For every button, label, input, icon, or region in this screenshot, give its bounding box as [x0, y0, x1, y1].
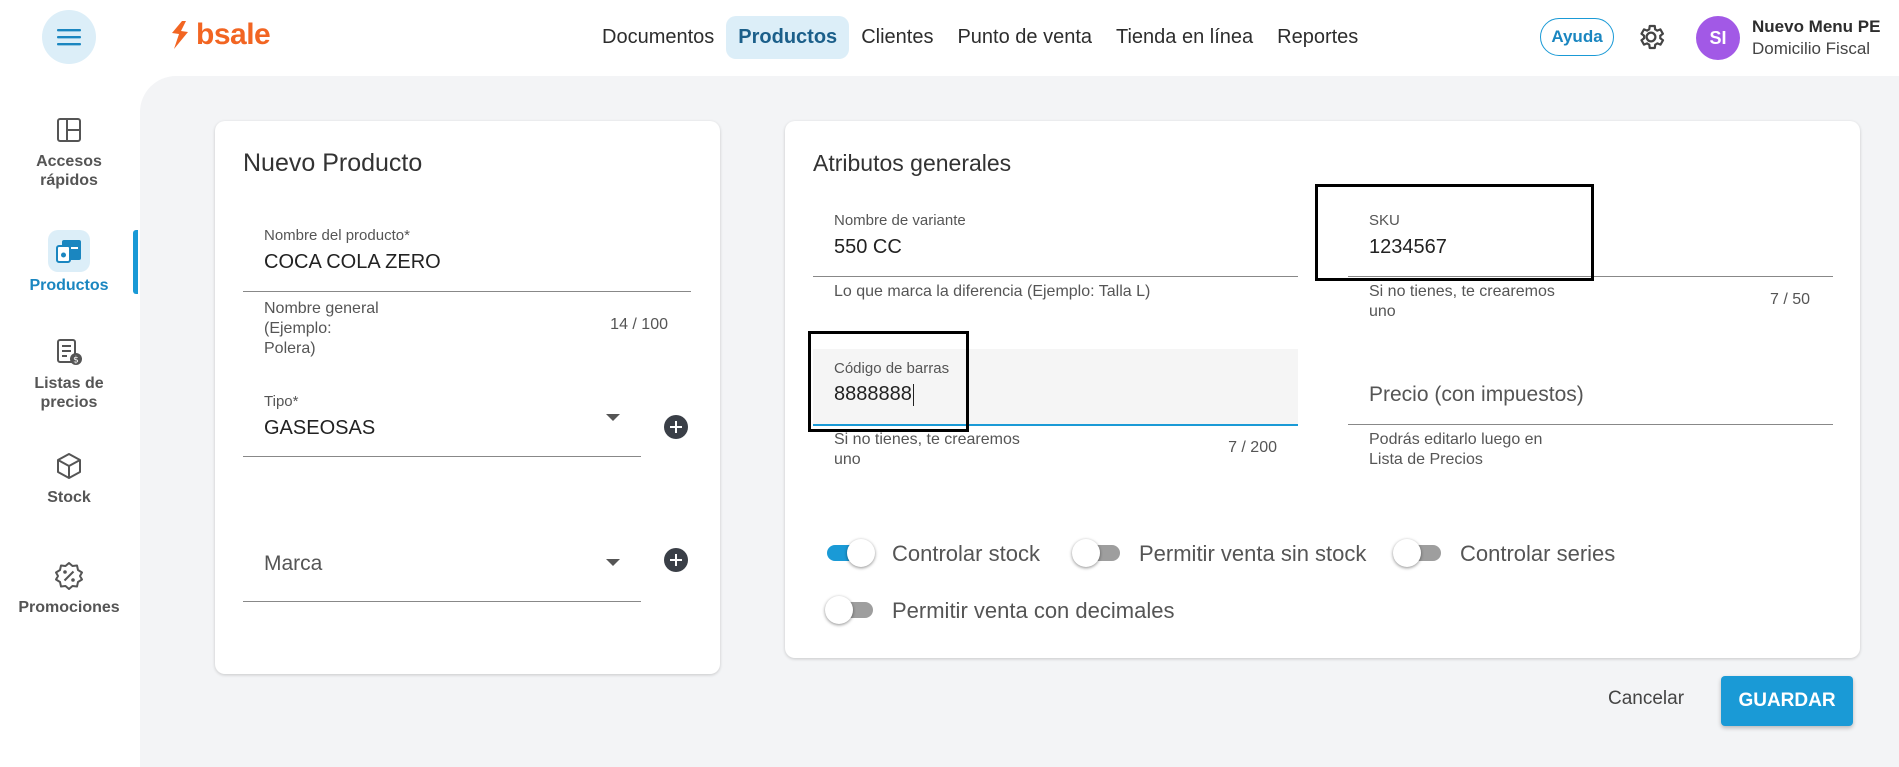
- barcode-highlight-box: [808, 331, 969, 432]
- help-line: uno: [1369, 303, 1396, 320]
- plus-icon: [670, 554, 682, 566]
- toggle-label: Controlar series: [1460, 541, 1616, 566]
- sku-help: Si no tienes, te crearemos uno: [1369, 282, 1555, 322]
- sidebar: Accesos rápidos Productos $ Listas de pr…: [0, 76, 138, 767]
- input-underline: [243, 601, 641, 602]
- chevron-down-icon[interactable]: [606, 414, 620, 421]
- barcode-counter: 7 / 200: [1228, 439, 1277, 456]
- sku-counter: 7 / 50: [1769, 291, 1810, 308]
- user-subtitle: Domicilio Fiscal: [1752, 39, 1871, 58]
- toggle-label: Permitir venta con decimales: [892, 598, 1175, 623]
- sidebar-label: Accesos: [36, 153, 102, 170]
- sidebar-label: Stock: [47, 489, 91, 506]
- product-name-counter: 14 / 100: [610, 316, 668, 333]
- variant-name-help: Lo que marca la diferencia (Ejemplo: Tal…: [834, 283, 1151, 300]
- nav-documentos[interactable]: Documentos: [590, 16, 726, 59]
- help-line: Lista de Precios: [1369, 451, 1483, 468]
- sidebar-label: Productos: [29, 277, 109, 294]
- hamburger-menu-button[interactable]: [42, 10, 96, 64]
- nav-productos[interactable]: Productos: [726, 16, 850, 59]
- type-label: Tipo*: [264, 393, 299, 410]
- nav-clientes[interactable]: Clientes: [849, 16, 945, 59]
- sidebar-label: Listas de: [34, 375, 104, 392]
- product-name-label: Nombre del producto*: [264, 227, 410, 244]
- sidebar-item-stock[interactable]: Stock: [0, 450, 138, 507]
- avatar[interactable]: SI: [1696, 16, 1740, 60]
- nav-tienda-en-linea[interactable]: Tienda en línea: [1104, 16, 1265, 59]
- cube-icon: [57, 453, 81, 479]
- user-info[interactable]: Nuevo Menu PE Domicilio Fiscal: [1752, 16, 1880, 60]
- add-type-button[interactable]: [664, 415, 688, 439]
- toggle-permitir-venta-sin-stock[interactable]: [1072, 539, 1122, 567]
- new-product-card: Nuevo Producto Nombre del producto* COCA…: [215, 121, 720, 674]
- toggle-permitir-venta-con-decimales[interactable]: [825, 596, 875, 624]
- user-name: Nuevo Menu PE: [1752, 17, 1881, 36]
- chevron-down-icon[interactable]: [606, 559, 620, 566]
- sidebar-item-accesos-rapidos[interactable]: Accesos rápidos: [0, 114, 138, 190]
- variant-name-input[interactable]: 550 CC: [834, 236, 902, 259]
- bolt-logo-icon: [172, 21, 188, 49]
- card-title: Atributos generales: [813, 150, 1012, 176]
- product-name-help: Nombre general (Ejemplo: Polera): [264, 299, 379, 359]
- percent-badge-icon: [55, 562, 83, 590]
- input-underline: [813, 276, 1298, 277]
- help-line: uno: [834, 451, 861, 468]
- help-line: Podrás editarlo luego en: [1369, 431, 1543, 448]
- price-input[interactable]: Precio (con impuestos): [1369, 383, 1584, 407]
- price-list-icon: $: [57, 339, 82, 366]
- top-bar: bsale Documentos Productos Clientes Punt…: [0, 0, 1899, 76]
- product-name-input[interactable]: COCA COLA ZERO: [264, 251, 441, 274]
- input-underline: [243, 291, 691, 292]
- main-nav: Documentos Productos Clientes Punto de v…: [590, 16, 1370, 59]
- sidebar-item-listas-de-precios[interactable]: $ Listas de precios: [0, 336, 138, 412]
- general-attributes-card: Atributos generales Nombre de variante 5…: [785, 121, 1860, 658]
- sidebar-label: Promociones: [18, 599, 120, 616]
- hamburger-icon: [57, 29, 81, 46]
- nav-punto-de-venta[interactable]: Punto de venta: [945, 16, 1104, 59]
- products-icon: [56, 240, 81, 263]
- type-select[interactable]: GASEOSAS: [264, 417, 375, 440]
- active-indicator: [133, 230, 138, 294]
- toggle-label: Controlar stock: [892, 541, 1040, 566]
- help-line: Si no tienes, te crearemos: [834, 431, 1020, 448]
- help-line: (Ejemplo:: [264, 320, 332, 337]
- input-underline: [1348, 424, 1833, 425]
- help-line: Si no tienes, te crearemos: [1369, 283, 1555, 300]
- svg-text:$: $: [73, 356, 79, 366]
- cancel-button[interactable]: Cancelar: [1608, 688, 1684, 710]
- toggle-label: Permitir venta sin stock: [1139, 541, 1367, 566]
- help-button[interactable]: Ayuda: [1540, 18, 1614, 56]
- sidebar-label: precios: [40, 394, 98, 411]
- variant-name-label: Nombre de variante: [834, 212, 966, 229]
- main-content: Nuevo Producto Nombre del producto* COCA…: [140, 76, 1899, 767]
- help-line: Polera): [264, 340, 316, 357]
- bsale-logo[interactable]: bsale: [168, 18, 271, 52]
- brand-select[interactable]: Marca: [264, 552, 322, 576]
- input-underline: [243, 456, 641, 457]
- sidebar-item-productos[interactable]: Productos: [0, 230, 138, 295]
- add-brand-button[interactable]: [664, 548, 688, 572]
- price-help: Podrás editarlo luego en Lista de Precio…: [1369, 430, 1542, 470]
- toggle-controlar-stock[interactable]: [825, 539, 875, 567]
- logo-text: bsale: [196, 18, 271, 51]
- nav-reportes[interactable]: Reportes: [1265, 16, 1370, 59]
- grid-layout-icon: [57, 118, 81, 142]
- card-title: Nuevo Producto: [243, 149, 423, 177]
- barcode-help: Si no tienes, te crearemos uno: [834, 430, 1020, 470]
- sidebar-label: rápidos: [40, 172, 98, 189]
- help-line: Nombre general: [264, 300, 379, 317]
- plus-icon: [670, 421, 682, 433]
- sidebar-item-promociones[interactable]: Promociones: [0, 560, 138, 617]
- toggle-controlar-series[interactable]: [1393, 539, 1443, 567]
- sku-highlight-box: [1315, 184, 1594, 281]
- gear-icon[interactable]: [1636, 22, 1666, 52]
- save-button[interactable]: GUARDAR: [1721, 676, 1853, 726]
